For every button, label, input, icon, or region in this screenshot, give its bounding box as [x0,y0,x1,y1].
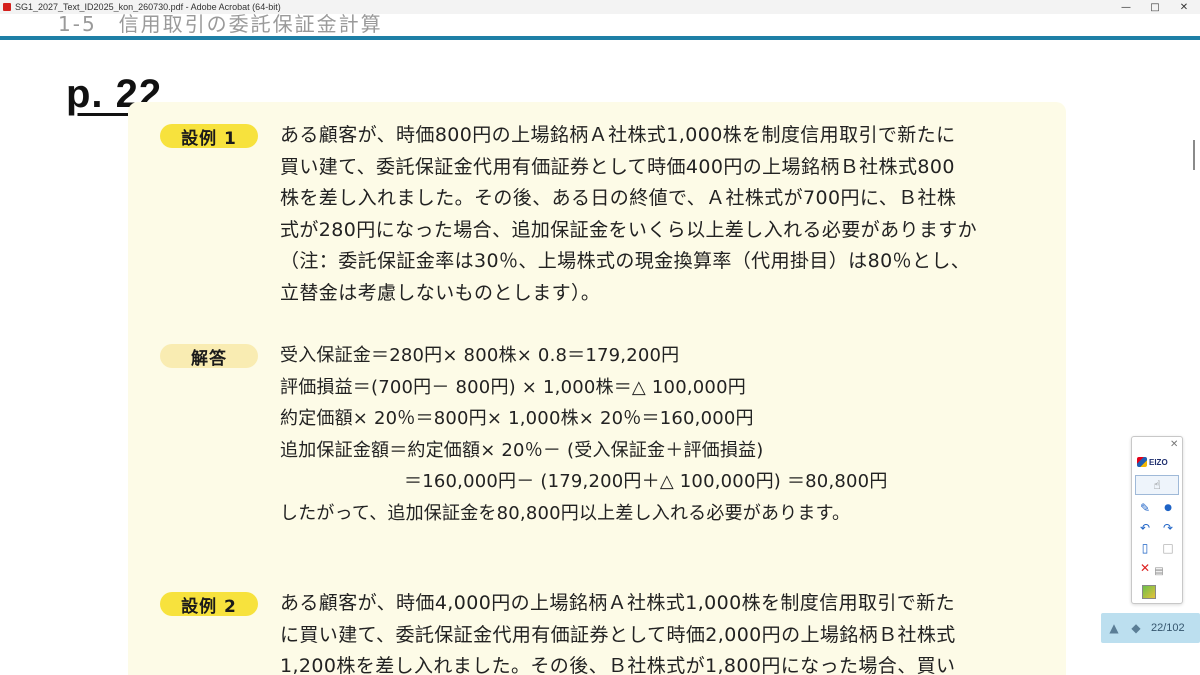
eizo-logo-mark [1137,457,1147,467]
header-rule [0,36,1200,40]
answer-badge: 解答 [160,344,258,369]
dot-icon[interactable]: ● [1161,501,1175,515]
answer-line: ＝160,000円－ (179,200円＋△ 100,000円) ＝80,800… [404,471,888,492]
example1-badge: 設例 1 [160,124,258,149]
window-title: SG1_2027_Text_ID2025_kon_260730.pdf - Ad… [15,2,281,12]
redo-icon[interactable]: ↷ [1161,521,1175,535]
page-icon[interactable]: ▤ [1152,565,1166,579]
palette-close-icon[interactable]: ✕ [1170,439,1178,450]
close-icon[interactable]: ✕ [1170,0,1198,14]
clear-icon[interactable]: ✕ [1138,561,1152,575]
example2-line: に買い建て、委託保証金代用有価証券として時価2,000円の上場銘柄Ｂ社株式 [280,623,956,646]
answer-block: 受入保証金＝280円× 800株× 0.8＝179,200円 評価損益＝(700… [280,340,1040,529]
answer-line: 約定価額× 20％＝800円× 1,000株× 20％＝160,000円 [280,408,754,429]
page-indicator: 22/102 [1151,622,1185,634]
answer-line: したがって、追加保証金を80,800円以上差し入れる必要があります。 [280,502,851,524]
annotation-tool-palette: ✕ EIZO ☝ ✎ ● ↶ ↷ ▯ □ ✕ ▤ [1131,436,1183,604]
example2-line: 1,200株を差し入れました。その後、Ｂ社株式が1,800円になった場合、買い [280,655,956,675]
eraser-icon[interactable]: ▯ [1138,541,1152,555]
scroll-position-marker[interactable] [1193,140,1195,170]
maximize-icon[interactable]: □ [1141,0,1169,14]
window-titlebar: SG1_2027_Text_ID2025_kon_260730.pdf - Ad… [0,0,1200,14]
example1-line: 買い建て、委託保証金代用有価証券として時価400円の上場銘柄Ｂ社株式800 [280,155,955,178]
example1-line: （注：委託保証金率は30％、上場株式の現金換算率（代用掛目）は80％とし、 [280,250,971,272]
eizo-logo-text: EIZO [1149,457,1168,467]
eizo-logo: EIZO [1137,455,1179,469]
answer-line: 評価損益＝(700円－ 800円) × 1,000株＝△ 100,000円 [280,376,746,398]
pdf-page-view[interactable]: 1-5 信用取引の委託保証金計算 p. 22 設例 1 ある顧客が、時価800円… [0,14,1200,675]
example2-problem: ある顧客が、時価4,000円の上場銘柄Ａ社株式1,000株を制度信用取引で新た … [280,588,1040,675]
minimize-icon[interactable]: — [1112,0,1140,14]
square-icon[interactable]: □ [1161,541,1175,555]
undo-icon[interactable]: ↶ [1138,521,1152,535]
pen-icon[interactable]: ✎ [1138,501,1152,515]
section-header: 1-5 信用取引の委託保証金計算 [58,14,383,36]
color-swatch[interactable] [1142,585,1156,599]
example1-line: 株を差し入れました。その後、ある日の終値で、Ａ社株式が700円に、Ｂ社株 [280,187,957,209]
example2-line: ある顧客が、時価4,000円の上場銘柄Ａ社株式1,000株を制度信用取引で新た [280,592,956,614]
example1-line: 式が280円になった場合、追加保証金をいくら以上差し入れる必要がありますか [280,218,978,241]
answer-line: 追加保証金額＝約定価額× 20％－ (受入保証金＋評価損益) [280,439,764,461]
example2-badge: 設例 2 [160,592,258,617]
answer-line: 受入保証金＝280円× 800株× 0.8＝179,200円 [280,345,680,366]
previous-page-icon[interactable]: ▲ [1105,619,1123,637]
page-navigation: ▲ ◆ 22/102 [1101,613,1200,643]
example1-problem: ある顧客が、時価800円の上場銘柄Ａ社株式1,000株を制度信用取引で新たに 買… [280,120,1040,309]
example1-line: ある顧客が、時価800円の上場銘柄Ａ社株式1,000株を制度信用取引で新たに [280,124,956,146]
next-page-icon[interactable]: ◆ [1127,619,1145,637]
example1-line: 立替金は考慮しないものとします）。 [280,281,601,304]
cursor-tool-button[interactable]: ☝ [1135,475,1179,495]
acrobat-app-icon [3,3,11,11]
